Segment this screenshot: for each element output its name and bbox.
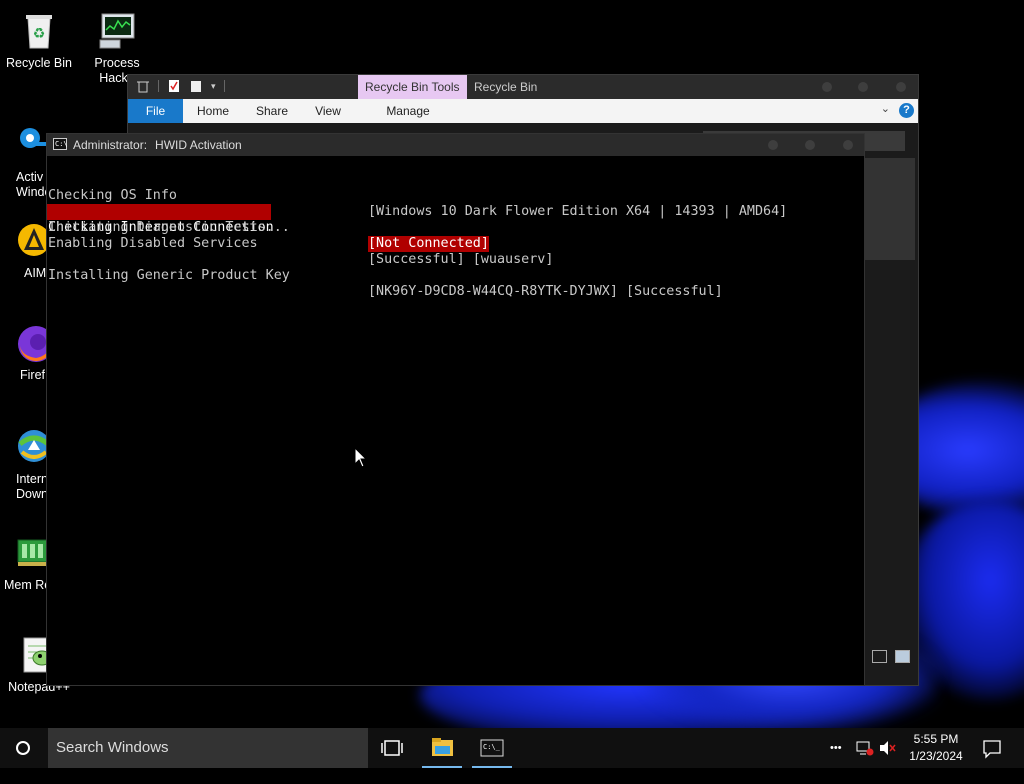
minimize-button[interactable] — [768, 140, 778, 150]
clock-time: 5:55 PM — [913, 732, 959, 746]
recycle-bin-icon: ♻ — [18, 10, 60, 52]
ribbon-tabs: File Home Share View Manage ⌄ ? — [128, 99, 918, 123]
qat-divider — [158, 80, 159, 92]
start-button[interactable] — [16, 741, 30, 755]
details-view-icon[interactable] — [872, 650, 887, 663]
large-icons-view-icon[interactable] — [895, 650, 910, 663]
tab-share[interactable]: Share — [248, 99, 296, 123]
qat-dropdown-icon[interactable]: ▾ — [211, 81, 216, 92]
new-folder-icon[interactable] — [189, 79, 203, 93]
console-output[interactable]: Checking OS Info [Windows 10 Dark Flower… — [47, 156, 864, 685]
svg-text:♻: ♻ — [33, 26, 46, 42]
console-line: Initiating Diagnostic Tests... — [47, 204, 864, 235]
console-title-prefix: Administrator: — [73, 138, 148, 152]
tab-manage[interactable]: Manage — [358, 99, 458, 123]
process-hacker-icon — [96, 10, 138, 52]
console-line-label: Installing Generic Product Key — [48, 268, 290, 283]
desktop-icon-label: Recycle Bin — [6, 56, 72, 70]
view-switcher — [872, 650, 910, 663]
console-window[interactable]: C:\ Administrator: HWID Activation Checki… — [46, 133, 865, 686]
empty-recycle-bin-icon[interactable] — [136, 79, 150, 93]
svg-text:C:\_: C:\_ — [483, 743, 501, 751]
console-titlebar[interactable]: C:\ Administrator: HWID Activation — [47, 134, 864, 156]
qat-divider — [223, 80, 225, 92]
explorer-titlebar[interactable]: ▾ Recycle Bin Tools Recycle Bin — [128, 75, 918, 99]
recycle-bin-tools-tab[interactable]: Recycle Bin Tools — [358, 75, 467, 99]
console-line: Enabling Disabled Services [Successful] … — [47, 220, 864, 267]
maximize-button[interactable] — [805, 140, 815, 150]
tab-view[interactable]: View — [308, 99, 348, 123]
cmd-icon: C:\ — [53, 138, 68, 150]
console-line-highlighted: Checking Internet Connection [Not Connec… — [47, 188, 864, 252]
console-title-text: HWID Activation — [155, 138, 242, 152]
explorer-window-title: Recycle Bin — [474, 80, 538, 94]
details-pane — [863, 158, 915, 260]
console-line-value: [NK96Y-D9CD8-W44CQ-R8YTK-DYJWX] [Success… — [368, 284, 723, 299]
tab-file[interactable]: File — [128, 99, 183, 123]
task-view-icon — [372, 740, 412, 772]
console-line: Installing Generic Product Key [NK96Y-D9… — [47, 252, 864, 299]
console-line: Checking OS Info [Windows 10 Dark Flower… — [47, 172, 864, 219]
file-explorer-icon — [422, 738, 462, 772]
volume-muted-icon[interactable] — [878, 728, 896, 768]
minimize-button[interactable] — [822, 82, 832, 92]
maximize-button[interactable] — [858, 82, 868, 92]
close-button[interactable] — [896, 82, 906, 92]
action-center-icon[interactable] — [982, 728, 1002, 768]
system-clock[interactable]: 5:55 PM 1/23/2024 — [898, 731, 974, 765]
console-title: Administrator: HWID Activation — [73, 134, 242, 156]
desktop-icon-recycle-bin[interactable]: ♻ Recycle Bin — [0, 10, 78, 71]
show-hidden-icons[interactable]: ••• — [830, 728, 842, 768]
taskbar: Search Windows C:\_ ••• 5:55 PM 1/23/202… — [0, 728, 1024, 768]
cmd-icon: C:\_ — [472, 739, 512, 772]
clock-date: 1/23/2024 — [909, 749, 963, 763]
close-button[interactable] — [843, 140, 853, 150]
taskbar-file-explorer[interactable] — [422, 728, 462, 768]
properties-icon[interactable] — [167, 79, 181, 93]
help-icon[interactable]: ? — [899, 103, 914, 118]
network-icon[interactable] — [856, 728, 874, 768]
taskbar-command-prompt[interactable]: C:\_ — [472, 728, 512, 768]
task-view-button[interactable] — [372, 728, 412, 768]
ribbon-expand-icon[interactable]: ⌄ — [881, 102, 890, 115]
tab-home[interactable]: Home — [190, 99, 236, 123]
search-box[interactable]: Search Windows — [48, 728, 368, 768]
quick-access-toolbar: ▾ — [136, 79, 225, 93]
